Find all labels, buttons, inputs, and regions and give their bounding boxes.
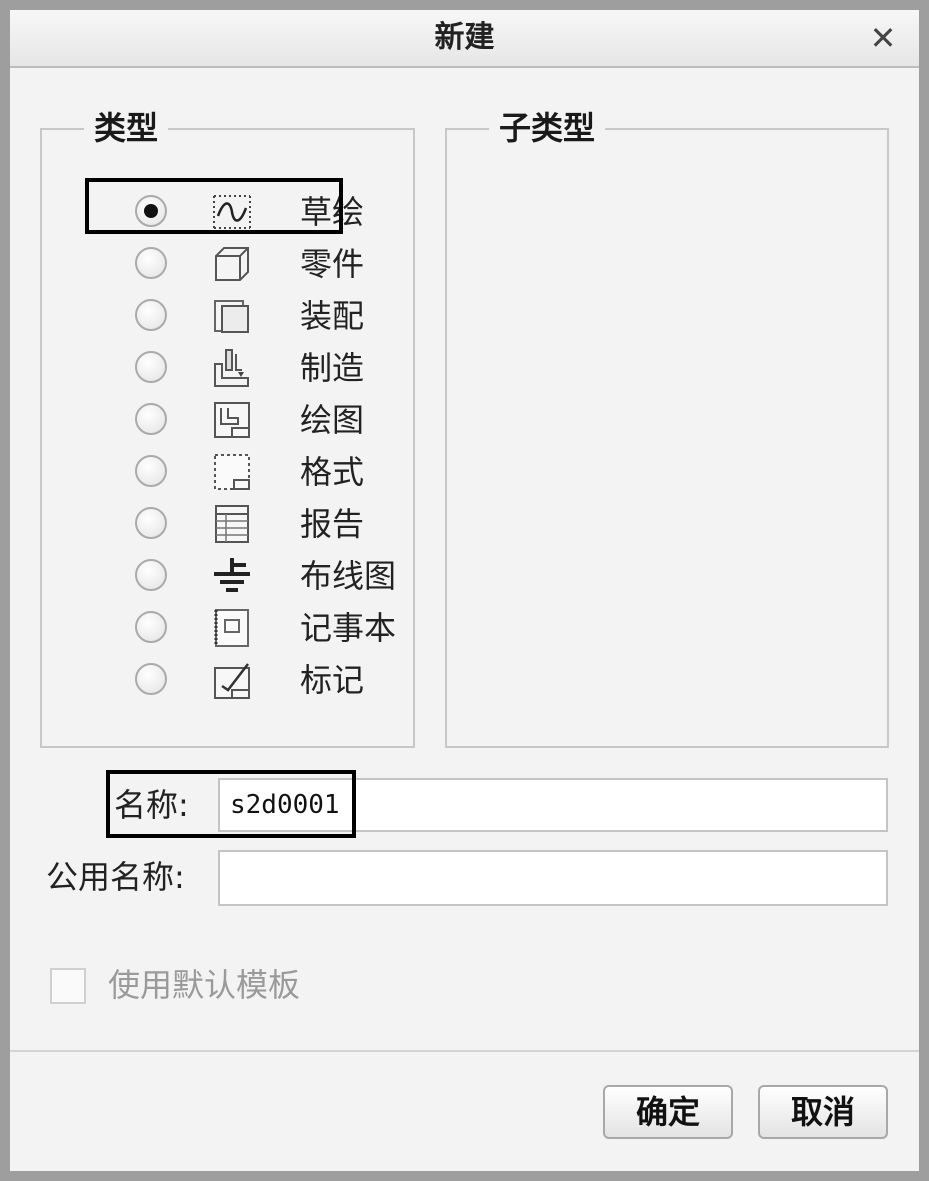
manufacturing-icon	[212, 348, 252, 388]
type-label-diagram: 布线图	[300, 557, 397, 595]
type-label-manufacturing: 制造	[300, 349, 365, 387]
type-label-part: 零件	[300, 245, 365, 283]
use-default-template-label: 使用默认模板	[108, 966, 301, 1004]
type-option-sketch[interactable]: 草绘	[90, 188, 380, 236]
layout-icon	[212, 608, 252, 648]
type-option-diagram[interactable]: 布线图	[90, 552, 396, 600]
markup-icon	[212, 660, 252, 700]
use-default-template-checkbox[interactable]	[50, 968, 86, 1004]
type-option-drawing[interactable]: 绘图	[90, 396, 380, 444]
report-icon	[212, 504, 252, 544]
dialog-title: 新建	[434, 20, 495, 55]
type-label-markup: 标记	[300, 661, 365, 699]
new-file-dialog: 新建 ✕ 类型 草绘 零件 装配 制造 绘图 格式 报告 布线图 记事本 标记 …	[0, 0, 929, 1181]
type-group: 类型 草绘 零件 装配 制造 绘图 格式 报告 布线图 记事本 标记	[40, 108, 415, 748]
diagram-icon	[212, 556, 252, 596]
title-bar: 新建 ✕	[10, 10, 919, 68]
type-option-assembly[interactable]: 装配	[90, 292, 380, 340]
footer-separator	[10, 1050, 919, 1052]
type-option-part[interactable]: 零件	[90, 240, 380, 288]
radio-assembly[interactable]	[135, 299, 167, 331]
drawing-icon	[212, 400, 252, 440]
radio-report[interactable]	[135, 507, 167, 539]
type-option-format[interactable]: 格式	[90, 448, 380, 496]
type-label-assembly: 装配	[300, 297, 365, 335]
assembly-icon	[212, 296, 252, 336]
type-option-markup[interactable]: 标记	[90, 656, 380, 704]
type-option-manufacturing[interactable]: 制造	[90, 344, 380, 392]
common-name-label: 公用名称:	[46, 858, 185, 896]
type-group-legend: 类型	[84, 108, 169, 148]
part-icon	[212, 244, 252, 284]
radio-sketch[interactable]	[135, 195, 167, 227]
ok-button[interactable]: 确定	[603, 1085, 733, 1139]
radio-manufacturing[interactable]	[135, 351, 167, 383]
sketch-icon	[212, 192, 252, 232]
subtype-group-legend: 子类型	[489, 108, 606, 148]
radio-part[interactable]	[135, 247, 167, 279]
type-label-format: 格式	[300, 453, 365, 491]
format-icon	[212, 452, 252, 492]
name-field[interactable]: s2d0001	[218, 778, 888, 832]
common-name-field[interactable]	[218, 850, 888, 906]
radio-drawing[interactable]	[135, 403, 167, 435]
close-icon[interactable]: ✕	[865, 20, 901, 56]
type-label-sketch: 草绘	[300, 193, 365, 231]
radio-layout[interactable]	[135, 611, 167, 643]
cancel-button[interactable]: 取消	[758, 1085, 888, 1139]
type-label-report: 报告	[300, 505, 365, 543]
type-option-layout[interactable]: 记事本	[90, 604, 396, 652]
type-option-report[interactable]: 报告	[90, 500, 380, 548]
radio-format[interactable]	[135, 455, 167, 487]
type-label-layout: 记事本	[300, 609, 397, 647]
type-label-drawing: 绘图	[300, 401, 365, 439]
subtype-group: 子类型	[445, 108, 889, 748]
radio-markup[interactable]	[135, 663, 167, 695]
radio-diagram[interactable]	[135, 559, 167, 591]
name-label: 名称:	[114, 786, 189, 824]
